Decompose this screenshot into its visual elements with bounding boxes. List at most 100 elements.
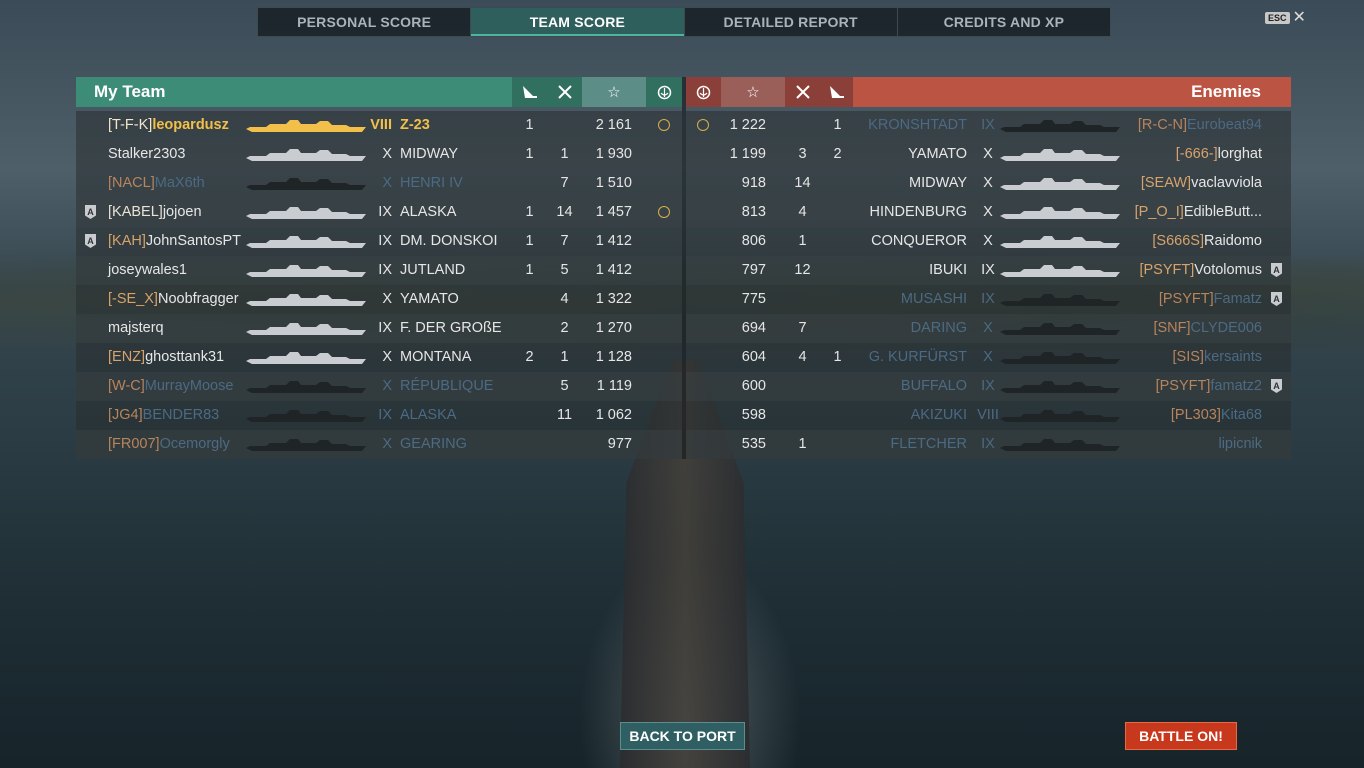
ship-tier: X [382,349,392,365]
ship-tier: X [382,436,392,452]
enemy-row[interactable]: 775 MUSASHI IX [PSYFT]Famatz A [686,285,1291,314]
tab-bar: PERSONAL SCORE TEAM SCORE DETAILED REPOR… [257,7,1111,37]
ship-silhouette-icon [1000,323,1120,335]
tab-team-score[interactable]: TEAM SCORE [471,8,685,36]
score-value: 1 510 [595,175,632,191]
enemy-row[interactable]: 918 14 MIDWAY X [SEAW]vaclavviola [686,169,1291,198]
ship-name: MIDWAY [909,175,967,191]
player-name: [PSYFT]Famatz [1106,285,1262,314]
ship-silhouette-icon [246,149,366,161]
ship-silhouette-icon [1000,410,1120,422]
plane-kills [785,372,820,401]
my-team-row[interactable]: majsterq IX F. DER GROßE 2 1 270 [76,314,682,343]
ship-kills [512,401,547,430]
ship-kills [820,401,855,430]
tab-personal-score[interactable]: PERSONAL SCORE [258,8,472,36]
ship-silhouette-icon [246,439,366,451]
enemy-row[interactable]: 535 1 FLETCHER IX lipicnik [686,430,1291,459]
clan-tag: [SEAW] [1140,175,1192,191]
ship-tier: IX [981,262,995,278]
my-team-row[interactable]: [T-F-K]leopardusz VIII Z-23 1 2 161 [76,111,682,140]
player-nickname: jojoen [162,204,202,220]
plane-kills: 7 [560,175,569,191]
player-nickname: MaX6th [154,175,205,191]
my-team-row[interactable]: [FR007]Ocemorgly X GEARING 977 [76,430,682,459]
ship-silhouette-icon [1000,120,1120,132]
tab-credits-and-xp[interactable]: CREDITS AND XP [898,8,1110,36]
clan-tag: [PSYFT] [1155,378,1211,394]
ship-silhouette-icon [1000,381,1120,393]
enemy-row[interactable]: 598 AKIZUKI VIII [PL303]Kita68 [686,401,1291,430]
plane-kills [785,111,820,140]
enemy-row[interactable]: 1 222 1 KRONSHTADT IX [R-C-N]Eurobeat94 [686,111,1291,140]
enemy-row[interactable]: 813 4 HINDENBURG X [P_O_I]EdibleButt... [686,198,1291,227]
ship-tier: IX [378,320,392,336]
player-nickname: famatz2 [1210,378,1262,394]
enemy-row[interactable]: 806 1 CONQUEROR X [S666S]Raidomo [686,227,1291,256]
player-nickname: Stalker2303 [108,146,186,162]
close-button[interactable]: ESC ✕ [1265,10,1306,26]
enemy-row[interactable]: 1 199 3 2 YAMATO X [-666-]lorghat [686,140,1291,169]
ship-name: FLETCHER [890,436,967,452]
ship-name: F. DER GROßE [400,320,502,336]
my-team-row[interactable]: [ENZ]ghosttank31 X MONTANA 2 1 1 128 [76,343,682,372]
ship-name: MUSASHI [900,291,967,307]
ship-silhouette-icon [1000,207,1120,219]
ship-kills [512,285,547,314]
score-value: 1 270 [595,320,632,336]
clan-tag: [SNF] [1153,320,1191,336]
score-star-icon: ☆ [582,77,646,107]
score-value: 1 930 [595,146,632,162]
player-nickname: Raidomo [1203,233,1262,249]
score-value: 1 222 [729,117,766,133]
ship-silhouette-icon [246,410,366,422]
enemy-row[interactable]: 694 7 DARING X [SNF]CLYDE006 [686,314,1291,343]
player-nickname: CLYDE006 [1190,320,1262,336]
ship-tier: X [983,233,993,249]
battle-on-button[interactable]: BATTLE ON! [1125,722,1237,750]
ship-name: DARING [910,320,967,336]
ship-tier: X [382,146,392,162]
player-nickname: JohnSantosPT [145,233,241,249]
ship-kills: 1 [833,117,842,133]
clan-tag: [FR007] [108,436,160,452]
ship-name: ALASKA [400,204,457,220]
enemy-row[interactable]: 604 4 1 G. KURFÜRST X [SIS]kersaints [686,343,1291,372]
ship-kills: 1 [833,349,842,365]
clan-tag: [P_O_I] [1134,204,1184,220]
player-nickname: Kita68 [1220,407,1262,423]
my-team-row[interactable]: A [KABEL]jojoen IX ALASKA 1 14 1 457 [76,198,682,227]
my-team-row[interactable]: [-SE_X]Noobfragger X YAMATO 4 1 322 [76,285,682,314]
tab-detailed-report[interactable]: DETAILED REPORT [685,8,898,36]
my-team-row[interactable]: [NACL]MaX6th X HENRI IV 7 1 510 [76,169,682,198]
player-name: [PSYFT]famatz2 [1106,372,1262,401]
medal-icon [658,206,670,218]
my-team-row[interactable]: A [KAH]JohnSantosPT IX DM. DONSKOI 1 7 1 412 [76,227,682,256]
my-team-row[interactable]: Stalker2303 X MIDWAY 1 1 1 930 [76,140,682,169]
score-value: 1 457 [595,204,632,220]
enemy-row[interactable]: 797 12 IBUKI IX [PSYFT]Votolomus A [686,256,1291,285]
clan-tag: [JG4] [108,407,143,423]
my-team-header: My Team [76,77,512,107]
score-value: 1 062 [595,407,632,423]
my-team-row[interactable]: [JG4]BENDER83 IX ALASKA 11 1 062 [76,401,682,430]
my-team-row[interactable]: joseywales1 IX JUTLAND 1 5 1 412 [76,256,682,285]
ship-kills [512,314,547,343]
back-to-port-button[interactable]: BACK TO PORT [620,722,745,750]
capture-icon [646,77,682,107]
clan-tag: [-SE_X] [108,291,158,307]
my-team-row[interactable]: [W-C]MurrayMoose X RÉPUBLIQUE 5 1 119 [76,372,682,401]
capture-icon [686,77,721,107]
plane-kills [547,111,582,140]
ship-tier: IX [981,117,995,133]
plane-kills: 1 [798,233,807,249]
plane-kills: 12 [794,262,811,278]
enemy-row[interactable]: 600 BUFFALO IX [PSYFT]famatz2 A [686,372,1291,401]
ship-name: Z-23 [400,117,430,133]
player-nickname: lorghat [1217,146,1262,162]
ship-tier: IX [378,407,392,423]
plane-kills: 14 [794,175,811,191]
player-name: [SNF]CLYDE006 [1106,314,1262,343]
ship-silhouette-icon [246,207,366,219]
clan-tag: [ENZ] [108,349,146,365]
